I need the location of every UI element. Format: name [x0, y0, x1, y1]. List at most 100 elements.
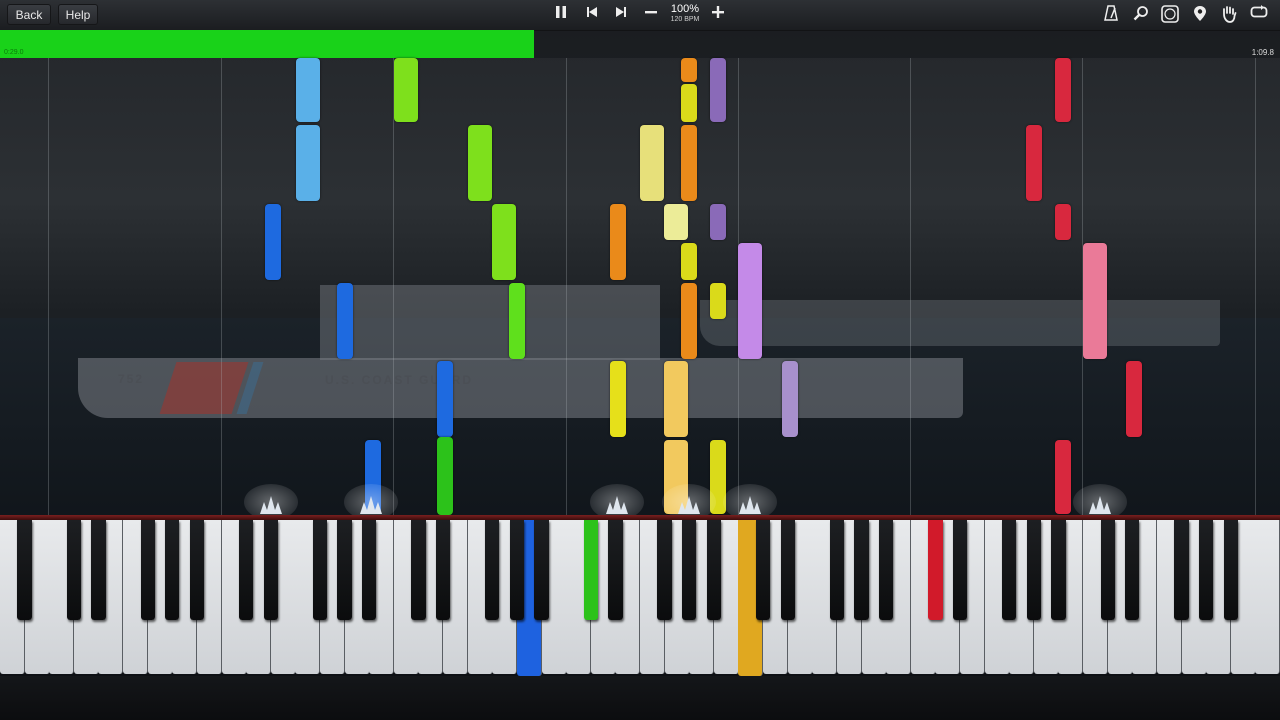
black-key[interactable]	[1026, 520, 1041, 620]
black-key[interactable]	[411, 520, 426, 620]
black-key[interactable]	[1100, 520, 1115, 620]
falling-note	[296, 58, 320, 122]
black-key[interactable]	[1199, 520, 1214, 620]
key-hit-sparkle	[244, 484, 298, 520]
falling-note	[710, 58, 726, 122]
falling-note	[610, 361, 626, 437]
falling-note	[265, 204, 281, 280]
falling-note	[337, 283, 353, 359]
guide-line	[393, 58, 394, 516]
black-key[interactable]	[66, 520, 81, 620]
falling-note	[681, 125, 697, 201]
falling-note	[468, 125, 492, 201]
falling-note	[681, 84, 697, 122]
falling-note	[437, 437, 453, 515]
black-key[interactable]	[1051, 520, 1066, 620]
black-key[interactable]	[928, 520, 943, 620]
marker-icon[interactable]	[1190, 5, 1210, 25]
black-key[interactable]	[239, 520, 254, 620]
falling-note	[1055, 440, 1071, 514]
black-key[interactable]	[140, 520, 155, 620]
destroyer	[700, 300, 1220, 346]
key-hit-sparkle	[723, 484, 777, 520]
back-button[interactable]: Back	[7, 4, 51, 25]
falling-note	[610, 204, 626, 280]
falling-note	[681, 283, 697, 359]
tempo-display: 100% 120 BPM	[664, 3, 706, 25]
total-time: 1:09.8	[1251, 48, 1274, 57]
black-key[interactable]	[1174, 520, 1189, 620]
elapsed-time: 0:29.0	[4, 49, 24, 56]
key-hit-sparkle	[1073, 484, 1127, 520]
metronome-icon[interactable]	[1101, 5, 1121, 25]
loop-icon[interactable]	[1249, 5, 1269, 25]
tempo-percent: 100%	[670, 3, 700, 15]
falling-note	[710, 204, 726, 240]
black-key[interactable]	[435, 520, 451, 620]
black-key[interactable]	[189, 520, 205, 620]
falling-note	[1026, 125, 1042, 201]
falling-note	[296, 125, 320, 201]
falling-note	[509, 283, 525, 359]
zoom-icon[interactable]	[1131, 5, 1151, 25]
minus-icon[interactable]	[641, 5, 661, 25]
black-key[interactable]	[485, 520, 500, 620]
black-key[interactable]	[534, 520, 549, 620]
black-key[interactable]	[583, 520, 598, 620]
black-key[interactable]	[1223, 520, 1238, 620]
falling-note	[681, 58, 697, 82]
guide-line	[1255, 58, 1256, 516]
keyboard-bottom-rail	[0, 676, 1280, 720]
black-key[interactable]	[755, 520, 771, 620]
falling-note	[640, 125, 664, 201]
black-key[interactable]	[165, 520, 180, 620]
falling-note	[710, 283, 726, 319]
pause-icon[interactable]	[551, 5, 571, 25]
next-icon[interactable]	[611, 5, 631, 25]
key-hit-sparkle	[590, 484, 644, 520]
help-button[interactable]: Help	[58, 4, 98, 25]
black-key[interactable]	[829, 520, 845, 620]
black-key[interactable]	[17, 520, 32, 620]
cutter-superstructure	[320, 285, 660, 360]
black-key[interactable]	[1002, 520, 1017, 620]
black-key[interactable]	[509, 520, 525, 620]
black-key[interactable]	[263, 520, 278, 620]
black-key[interactable]	[879, 520, 894, 620]
falling-note	[437, 361, 453, 437]
falling-note	[782, 361, 798, 437]
key-hit-sparkle	[344, 484, 398, 520]
previous-icon[interactable]	[582, 5, 602, 25]
falling-note	[1055, 58, 1071, 122]
falling-note	[664, 361, 688, 437]
black-key[interactable]	[91, 520, 106, 620]
synthesia-player: 752 U.S. COAST GUARD Back Help 100% 120 …	[0, 0, 1280, 720]
black-key[interactable]	[1125, 520, 1140, 620]
toolbar: Back Help 100% 120 BPM	[0, 0, 1280, 31]
black-key[interactable]	[854, 520, 869, 620]
white-key[interactable]	[1255, 520, 1280, 674]
hull-number: 752	[118, 372, 145, 386]
hand-icon[interactable]	[1219, 5, 1239, 25]
plus-icon[interactable]	[708, 5, 728, 25]
black-key[interactable]	[780, 520, 795, 620]
falling-note	[664, 204, 688, 240]
song-progress-bar[interactable]	[0, 30, 1280, 58]
black-key[interactable]	[337, 520, 352, 620]
black-key[interactable]	[657, 520, 672, 620]
falling-note	[394, 58, 418, 122]
black-key[interactable]	[608, 520, 623, 620]
falling-note	[1055, 204, 1071, 240]
guide-line	[566, 58, 567, 516]
falling-note	[1126, 361, 1142, 437]
piano-keyboard	[0, 520, 1280, 678]
guide-line	[910, 58, 911, 516]
black-key[interactable]	[312, 520, 328, 620]
black-key[interactable]	[706, 520, 721, 620]
black-key[interactable]	[362, 520, 377, 620]
progress-fill	[0, 30, 534, 58]
tempo-bpm: 120 BPM	[670, 16, 700, 23]
black-key[interactable]	[952, 520, 968, 620]
label-icon[interactable]	[1160, 5, 1180, 25]
black-key[interactable]	[682, 520, 697, 620]
